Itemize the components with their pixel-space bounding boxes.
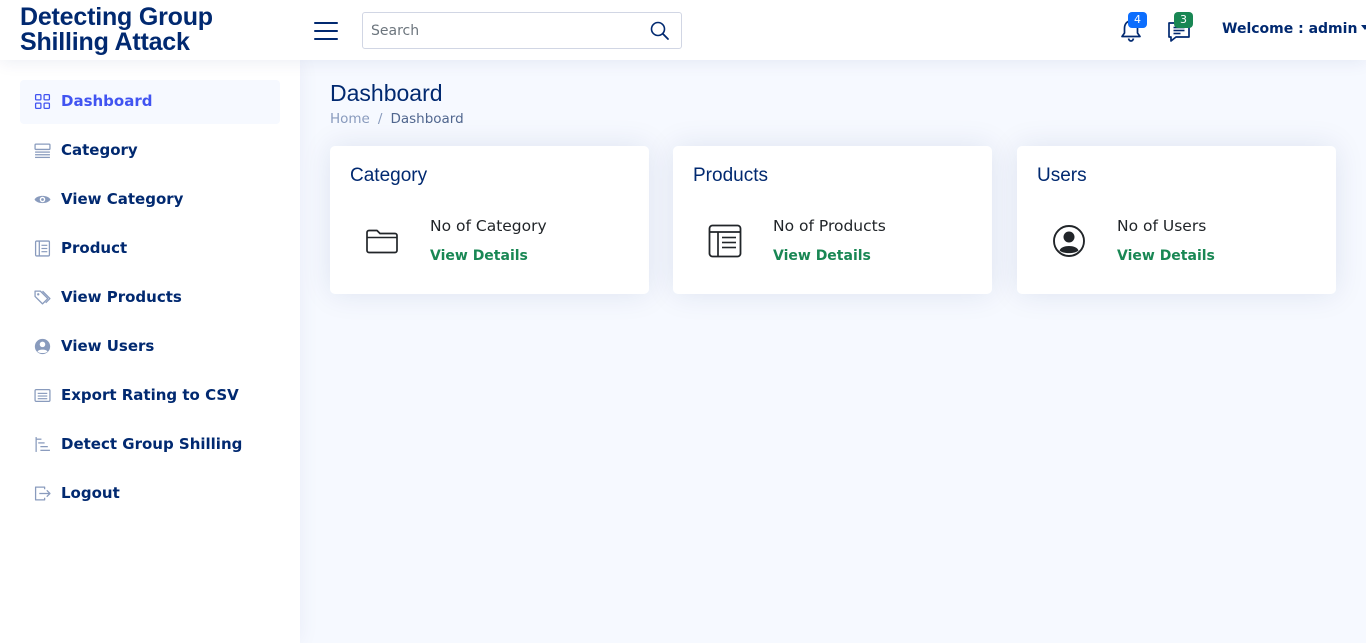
- users-count-label: No of Users: [1117, 217, 1207, 235]
- logo-line-2: Shilling Attack: [20, 28, 190, 56]
- top-header: Detecting Group Shilling Attack 4 3: [0, 0, 1366, 60]
- users-view-details-link[interactable]: View Details: [1117, 248, 1215, 264]
- breadcrumb: Home / Dashboard: [330, 111, 464, 127]
- search-bar: [362, 12, 682, 49]
- products-view-details-link[interactable]: View Details: [773, 248, 871, 264]
- sidebar-item-label: View Users: [61, 337, 155, 355]
- products-card: Products No of Products View Details: [673, 146, 992, 294]
- message-count-badge: 3: [1174, 12, 1193, 28]
- sidebar-item-label: Detect Group Shilling: [61, 435, 243, 453]
- breadcrumb-home-link[interactable]: Home: [330, 111, 370, 127]
- sidebar-item-label: Category: [61, 141, 138, 159]
- card-title: Category: [350, 165, 428, 186]
- card-title: Products: [693, 165, 768, 186]
- sidebar-item-label: Logout: [61, 484, 120, 502]
- folder-icon: [366, 229, 398, 254]
- eye-icon: [34, 195, 51, 204]
- breadcrumb-separator: /: [377, 111, 383, 127]
- sidebar-item-dashboard[interactable]: Dashboard: [20, 80, 280, 124]
- messages-button[interactable]: 3: [1166, 12, 1193, 44]
- sidebar-item-label: View Products: [61, 288, 182, 306]
- hamburger-icon-bar: [314, 22, 338, 24]
- grid-icon: [34, 93, 51, 110]
- tags-icon: [34, 290, 51, 305]
- sidebar-item-product[interactable]: Product: [20, 227, 280, 271]
- logo-line-1: Detecting Group: [20, 3, 213, 31]
- notification-count-badge: 4: [1128, 12, 1147, 28]
- hamburger-icon-bar: [314, 38, 338, 40]
- user-profile-dropdown[interactable]: Welcome : admin: [1222, 21, 1366, 37]
- products-count-label: No of Products: [773, 217, 886, 235]
- app-logo[interactable]: Detecting Group Shilling Attack: [20, 5, 250, 55]
- notifications-button[interactable]: 4: [1118, 12, 1147, 44]
- sidebar-item-detect-group-shilling[interactable]: Detect Group Shilling: [20, 423, 280, 467]
- card-list-icon: [34, 389, 51, 402]
- sidebar-item-label: Product: [61, 239, 128, 257]
- category-view-details-link[interactable]: View Details: [430, 248, 528, 264]
- sidebar-item-view-category[interactable]: View Category: [20, 178, 280, 222]
- sidebar-item-logout[interactable]: Logout: [20, 472, 280, 516]
- sidebar-item-label: View Category: [61, 190, 184, 208]
- sidebar-item-view-products[interactable]: View Products: [20, 276, 280, 320]
- card-title: Users: [1037, 165, 1087, 186]
- layout-text-window-icon: [708, 224, 742, 258]
- users-card: Users No of Users View Details: [1017, 146, 1336, 294]
- menu-button-icon: [34, 143, 51, 159]
- page-title: Dashboard: [330, 80, 443, 106]
- search-icon: [650, 21, 669, 40]
- sidebar-item-export-rating[interactable]: Export Rating to CSV: [20, 374, 280, 418]
- category-card: Category No of Category View Details: [330, 146, 649, 294]
- layout-text-icon: [34, 240, 51, 257]
- sidebar-item-view-users[interactable]: View Users: [20, 325, 280, 369]
- sidebar-toggle-button[interactable]: [314, 20, 338, 40]
- breadcrumb-current: Dashboard: [390, 111, 464, 127]
- sidebar-item-label: Dashboard: [61, 92, 153, 110]
- sidebar-item-label: Export Rating to CSV: [61, 386, 239, 404]
- sidebar: Dashboard Category View Category Product: [0, 60, 300, 643]
- search-input[interactable]: [363, 13, 643, 48]
- sidebar-item-category[interactable]: Category: [20, 129, 280, 173]
- box-arrow-right-icon: [34, 486, 51, 501]
- welcome-label: Welcome : admin: [1222, 21, 1358, 37]
- list-nested-icon: [35, 437, 50, 452]
- person-circle-icon: [1053, 225, 1085, 257]
- hamburger-icon-bar: [314, 30, 338, 32]
- chevron-down-icon: [1361, 25, 1366, 30]
- person-circle-icon: [34, 338, 51, 355]
- search-button[interactable]: [649, 20, 671, 42]
- category-count-label: No of Category: [430, 217, 547, 235]
